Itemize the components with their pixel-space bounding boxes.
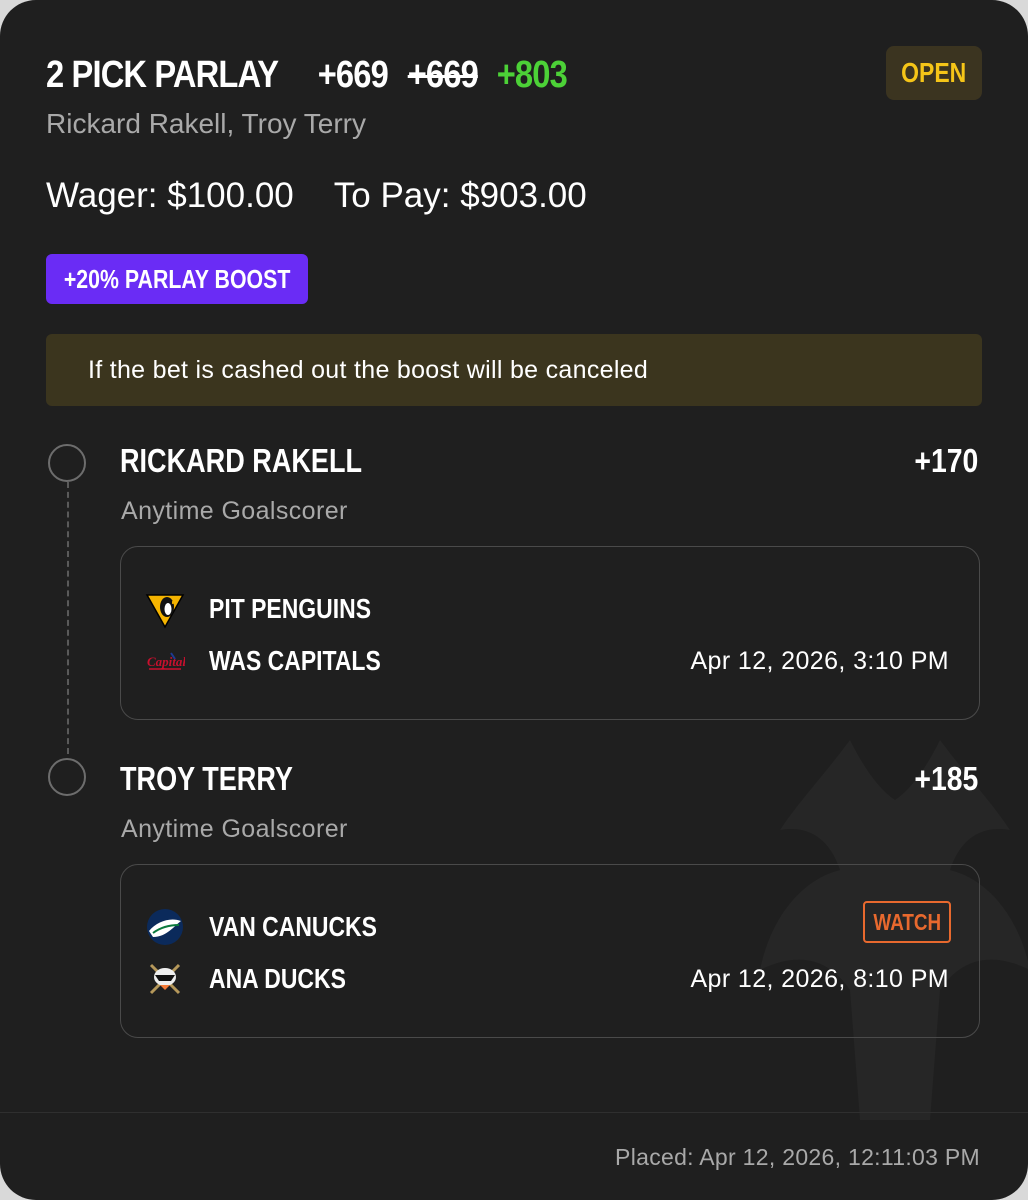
leg-status-circle	[48, 758, 86, 796]
capitals-logo-icon: Capitals	[145, 641, 185, 681]
leg-market: Anytime Goalscorer	[121, 497, 348, 525]
penguins-logo-icon	[145, 589, 185, 629]
footer-divider	[0, 1112, 1028, 1113]
ducks-logo-icon	[145, 959, 185, 999]
canucks-logo-icon	[145, 907, 185, 947]
status-badge: OPEN	[886, 46, 982, 100]
leg-player-name: RICKARD RAKELL	[120, 442, 363, 479]
svg-text:Capitals: Capitals	[147, 654, 185, 669]
game-time: Apr 12, 2026, 8:10 PM	[690, 965, 949, 993]
struck-odds: +669	[407, 53, 478, 96]
to-pay-amount: To Pay: $903.00	[333, 176, 587, 215]
team-name: VAN CANUCKS	[209, 911, 377, 942]
team-row: ANA DUCKS	[145, 959, 376, 999]
watch-button[interactable]: WATCH	[863, 901, 951, 943]
team-row: PIT PENGUINS	[145, 589, 407, 629]
parlay-boost-badge: +20% PARLAY BOOST	[46, 254, 308, 304]
leg-player-name: TROY TERRY	[120, 760, 293, 797]
team-name: PIT PENGUINS	[209, 593, 372, 624]
placed-timestamp: Placed: Apr 12, 2026, 12:11:03 PM	[615, 1144, 980, 1170]
money-row: Wager: $100.00 To Pay: $903.00	[46, 176, 587, 216]
cashout-notice: If the bet is cashed out the boost will …	[46, 334, 982, 406]
leg-odds: +170	[914, 442, 978, 479]
wager-amount: Wager: $100.00	[46, 176, 294, 215]
title-row: 2 PICK PARLAY +669 +669 +803	[46, 50, 573, 100]
parlay-title: 2 PICK PARLAY	[46, 53, 279, 96]
leg-odds: +185	[914, 760, 978, 797]
team-row: VAN CANUCKS	[145, 907, 414, 947]
timeline-connector	[67, 482, 69, 754]
game-time: Apr 12, 2026, 3:10 PM	[690, 647, 949, 675]
team-row: Capitals WAS CAPITALS	[145, 641, 418, 681]
team-name: ANA DUCKS	[209, 963, 346, 994]
boosted-odds: +803	[496, 53, 568, 96]
team-name: WAS CAPITALS	[209, 645, 381, 676]
parlay-odds: +669	[317, 53, 389, 96]
bet-card: 2 PICK PARLAY +669 +669 +803 OPEN Rickar…	[0, 0, 1028, 1200]
parlay-players: Rickard Rakell, Troy Terry	[46, 108, 367, 139]
game-card[interactable]: VAN CANUCKS ANA DUCKS WATCH Apr 12, 2026…	[120, 864, 980, 1038]
game-card[interactable]: PIT PENGUINS Capitals WAS CAPITALS Apr 1…	[120, 546, 980, 720]
leg-market: Anytime Goalscorer	[121, 815, 348, 843]
leg-status-circle	[48, 444, 86, 482]
